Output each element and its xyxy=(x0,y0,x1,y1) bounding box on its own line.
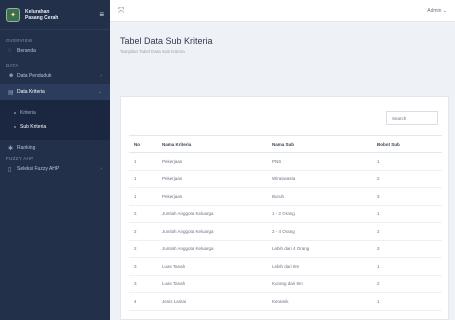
cell-no: 3 xyxy=(129,257,157,276)
cell-kriteria: Luas Tanah xyxy=(157,257,267,276)
cell-kriteria: Luas Tanah xyxy=(157,275,267,293)
cell-kriteria: Pekerjaan xyxy=(157,187,267,206)
cell-kriteria: Jumlah Anggota Keluarga xyxy=(157,222,267,241)
table-row: 3 Luas Tanah Kurang dari 8m 2 xyxy=(129,275,442,293)
page-header: Tabel Data Sub Kriteria Tampilan Tabel D… xyxy=(110,22,455,90)
table-row: 1 Pekerjaan PNS 1 xyxy=(129,152,442,171)
cell-bobot: 2 xyxy=(372,222,442,241)
search-input[interactable] xyxy=(386,111,438,125)
sidebar-item-sub-kriteria[interactable]: Sub Kriteria xyxy=(0,120,110,134)
cell-sub: 1 - 2 Orang xyxy=(267,205,372,223)
submenu-data-kriteria: Kriteria Sub Kriteria xyxy=(0,100,110,140)
cell-sub: Kurang dari 8m xyxy=(267,275,372,293)
fullscreen-icon[interactable]: ⤧ xyxy=(118,6,124,16)
cell-bobot: 2 xyxy=(372,170,442,188)
cell-bobot: 3 xyxy=(372,187,442,206)
sidebar-item-label: Ranking xyxy=(17,145,36,151)
sidebar-item-label: Kriteria xyxy=(20,110,36,116)
cell-no: 1 xyxy=(129,152,157,171)
cell-sub: Wiraswasta xyxy=(267,170,372,188)
menu-toggle-icon[interactable]: ≡ xyxy=(99,10,104,19)
col-no[interactable]: No xyxy=(129,135,157,153)
sidebar-item-label: Sub Kriteria xyxy=(20,124,47,130)
cell-sub: Buruh xyxy=(267,187,372,206)
cell-no: 4 xyxy=(129,292,157,311)
brand: ✦ Kelurahan Pasang Cerah ≡ xyxy=(0,0,110,30)
table-row: 2 Jumlah Anggota Keluarga 2 - 4 Orang 2 xyxy=(129,222,442,241)
sidebar-item-label: Data Penduduk xyxy=(17,73,52,79)
bullet-icon xyxy=(14,126,16,128)
main-content: ⤧ Admin ⌄ Tabel Data Sub Kriteria Tampil… xyxy=(110,0,455,320)
cell-no: 2 xyxy=(129,222,157,241)
table-card: No Nama Kriteria Nama Sub Bobot Sub 1 Pe… xyxy=(120,96,449,320)
sidebar-item-data-penduduk[interactable]: ☻ Data Penduduk › xyxy=(0,68,110,84)
ranking-icon: ✱ xyxy=(8,145,14,152)
topbar: ⤧ Admin ⌄ xyxy=(110,0,455,22)
logo-icon: ✦ xyxy=(6,7,20,22)
sidebar-item-label: Seleksi Fuzzy AHP xyxy=(17,166,60,172)
cell-sub: Lebih dari 4 Orang xyxy=(267,240,372,258)
col-nama-sub[interactable]: Nama Sub xyxy=(267,135,372,153)
sidebar: ✦ Kelurahan Pasang Cerah ≡ OVERVIEW ◌ Be… xyxy=(0,0,110,320)
cell-no: 1 xyxy=(129,187,157,206)
document-icon: ▯ xyxy=(8,166,12,173)
cell-kriteria: Jumlah Anggota Keluarga xyxy=(157,205,267,223)
users-icon: ☻ xyxy=(8,73,15,79)
cell-bobot: 1 xyxy=(372,205,442,223)
chevron-right-icon: › xyxy=(100,73,102,79)
sidebar-item-ranking[interactable]: ✱ Ranking xyxy=(0,140,110,156)
cell-kriteria: Jumlah Anggota Keluarga xyxy=(157,240,267,258)
cell-kriteria: Jenis Lantai xyxy=(157,292,267,311)
bullet-icon xyxy=(14,112,16,114)
cell-no: 3 xyxy=(129,275,157,293)
table-row: 4 Jenis Lantai Keramik 1 xyxy=(129,292,442,311)
cell-bobot: 1 xyxy=(372,152,442,171)
cell-no: 1 xyxy=(129,170,157,188)
col-nama-kriteria[interactable]: Nama Kriteria xyxy=(157,135,267,153)
cell-kriteria: Pekerjaan xyxy=(157,152,267,171)
cell-no: 2 xyxy=(129,205,157,223)
page-title: Tabel Data Sub Kriteria xyxy=(120,36,213,46)
cell-kriteria: Pekerjaan xyxy=(157,170,267,188)
cell-bobot: 1 xyxy=(372,257,442,276)
sidebar-item-label: Beranda xyxy=(17,48,36,54)
cell-sub: Keramik xyxy=(267,292,372,311)
cell-sub: Lebih dari 8m xyxy=(267,257,372,276)
sidebar-item-label: Data Kriteria xyxy=(17,89,45,95)
list-icon: ▤ xyxy=(8,89,14,96)
sidebar-item-seleksi-fuzzy[interactable]: ▯ Seleksi Fuzzy AHP › xyxy=(0,161,110,177)
col-bobot-sub[interactable]: Bobot Sub xyxy=(372,135,442,153)
brand-line2: Pasang Cerah xyxy=(25,14,59,21)
cell-bobot: 1 xyxy=(372,292,442,311)
table-row: 1 Pekerjaan Wiraswasta 2 xyxy=(129,170,442,188)
cell-bobot: 3 xyxy=(372,240,442,258)
sidebar-item-kriteria[interactable]: Kriteria xyxy=(0,106,110,120)
chevron-down-icon: ⌄ xyxy=(97,89,102,95)
sub-kriteria-table: No Nama Kriteria Nama Sub Bobot Sub 1 Pe… xyxy=(129,135,442,311)
cell-bobot: 2 xyxy=(372,275,442,293)
table-row: 3 Luas Tanah Lebih dari 8m 1 xyxy=(129,257,442,276)
cell-no: 2 xyxy=(129,240,157,258)
user-menu[interactable]: Admin ⌄ xyxy=(427,8,447,14)
page-subtitle: Tampilan Tabel Data Sub kriteria xyxy=(120,49,185,54)
chevron-right-icon: › xyxy=(100,166,102,172)
table-row: 2 Jumlah Anggota Keluarga 1 - 2 Orang 1 xyxy=(129,205,442,223)
sidebar-item-beranda[interactable]: ◌ Beranda xyxy=(0,43,110,59)
cell-sub: PNS xyxy=(267,152,372,171)
home-icon: ◌ xyxy=(8,48,12,54)
table-header-row: No Nama Kriteria Nama Sub Bobot Sub xyxy=(129,135,442,153)
cell-sub: 2 - 4 Orang xyxy=(267,222,372,241)
table-row: 2 Jumlah Anggota Keluarga Lebih dari 4 O… xyxy=(129,240,442,258)
table-row: 1 Pekerjaan Buruh 3 xyxy=(129,187,442,206)
sidebar-item-data-kriteria[interactable]: ▤ Data Kriteria ⌄ xyxy=(0,84,110,100)
